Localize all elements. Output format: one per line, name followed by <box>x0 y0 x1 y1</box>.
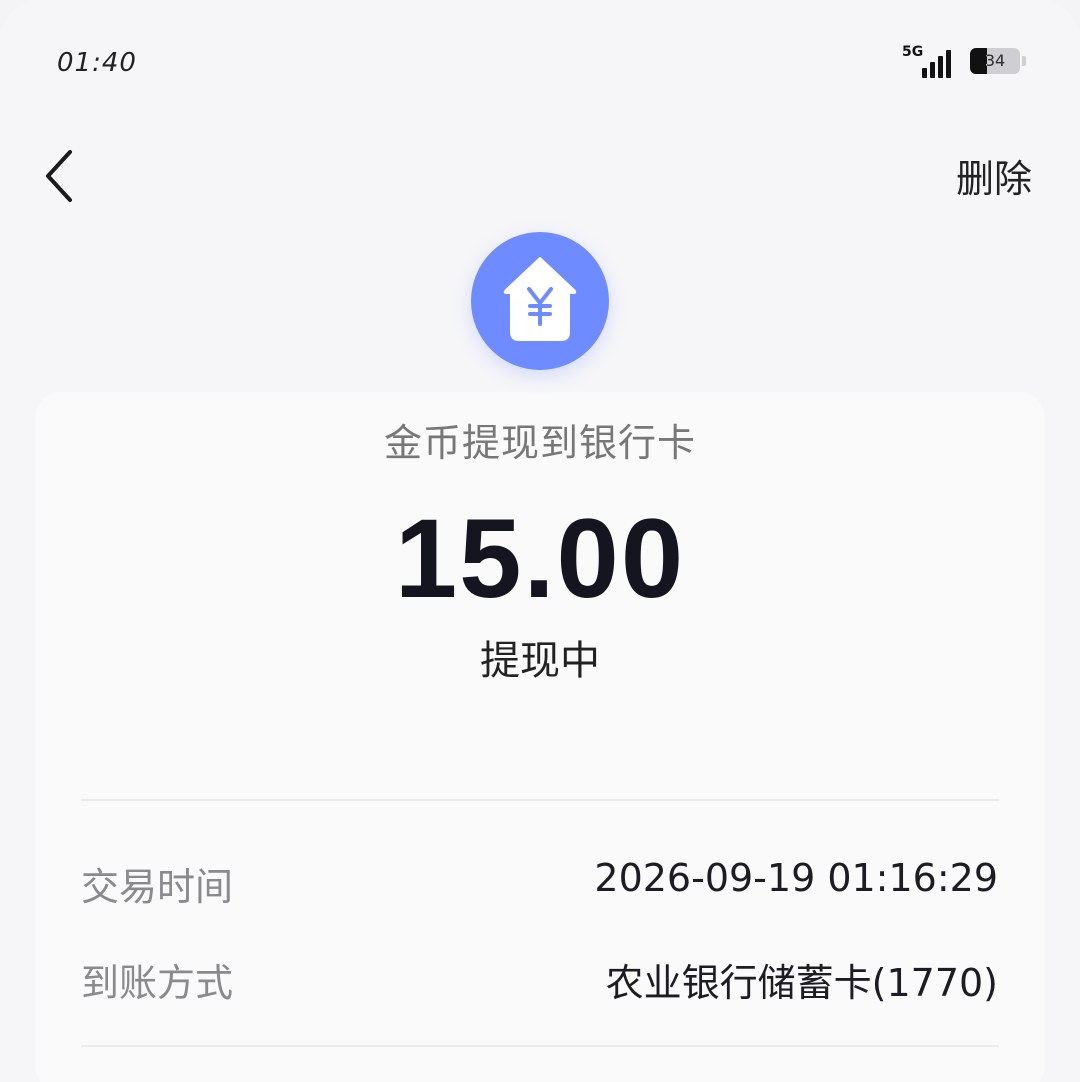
delete-button[interactable]: 删除 <box>956 148 1032 203</box>
back-button[interactable] <box>38 146 88 206</box>
battery-icon: 34 <box>970 48 1020 74</box>
status-time: 01:40 <box>57 48 137 78</box>
transaction-status: 提现中 <box>480 638 600 684</box>
detail-value-time: 2026-09-19 01:16:29 <box>594 856 998 900</box>
detail-label-time: 交易时间 <box>81 865 234 909</box>
transaction-amount: 15.00 <box>394 496 686 621</box>
status-icons: 5G 34 <box>902 44 1026 78</box>
yuan-house-icon <box>471 232 609 370</box>
screen: 01:40 5G 34 删除 金币提现到银行卡 15.00 提现中 交易时间 2… <box>0 0 1080 1082</box>
signal-icon: 5G <box>902 44 956 78</box>
detail-value-method: 农业银行储蓄卡(1770) <box>605 961 998 1005</box>
divider <box>81 1045 999 1047</box>
detail-label-method: 到账方式 <box>81 961 234 1005</box>
battery-cap <box>1022 56 1026 66</box>
network-label: 5G <box>902 44 924 60</box>
battery-level: 34 <box>984 51 1006 70</box>
chevron-left-icon <box>46 150 72 202</box>
divider <box>81 799 999 801</box>
transaction-title: 金币提现到银行卡 <box>383 421 696 465</box>
